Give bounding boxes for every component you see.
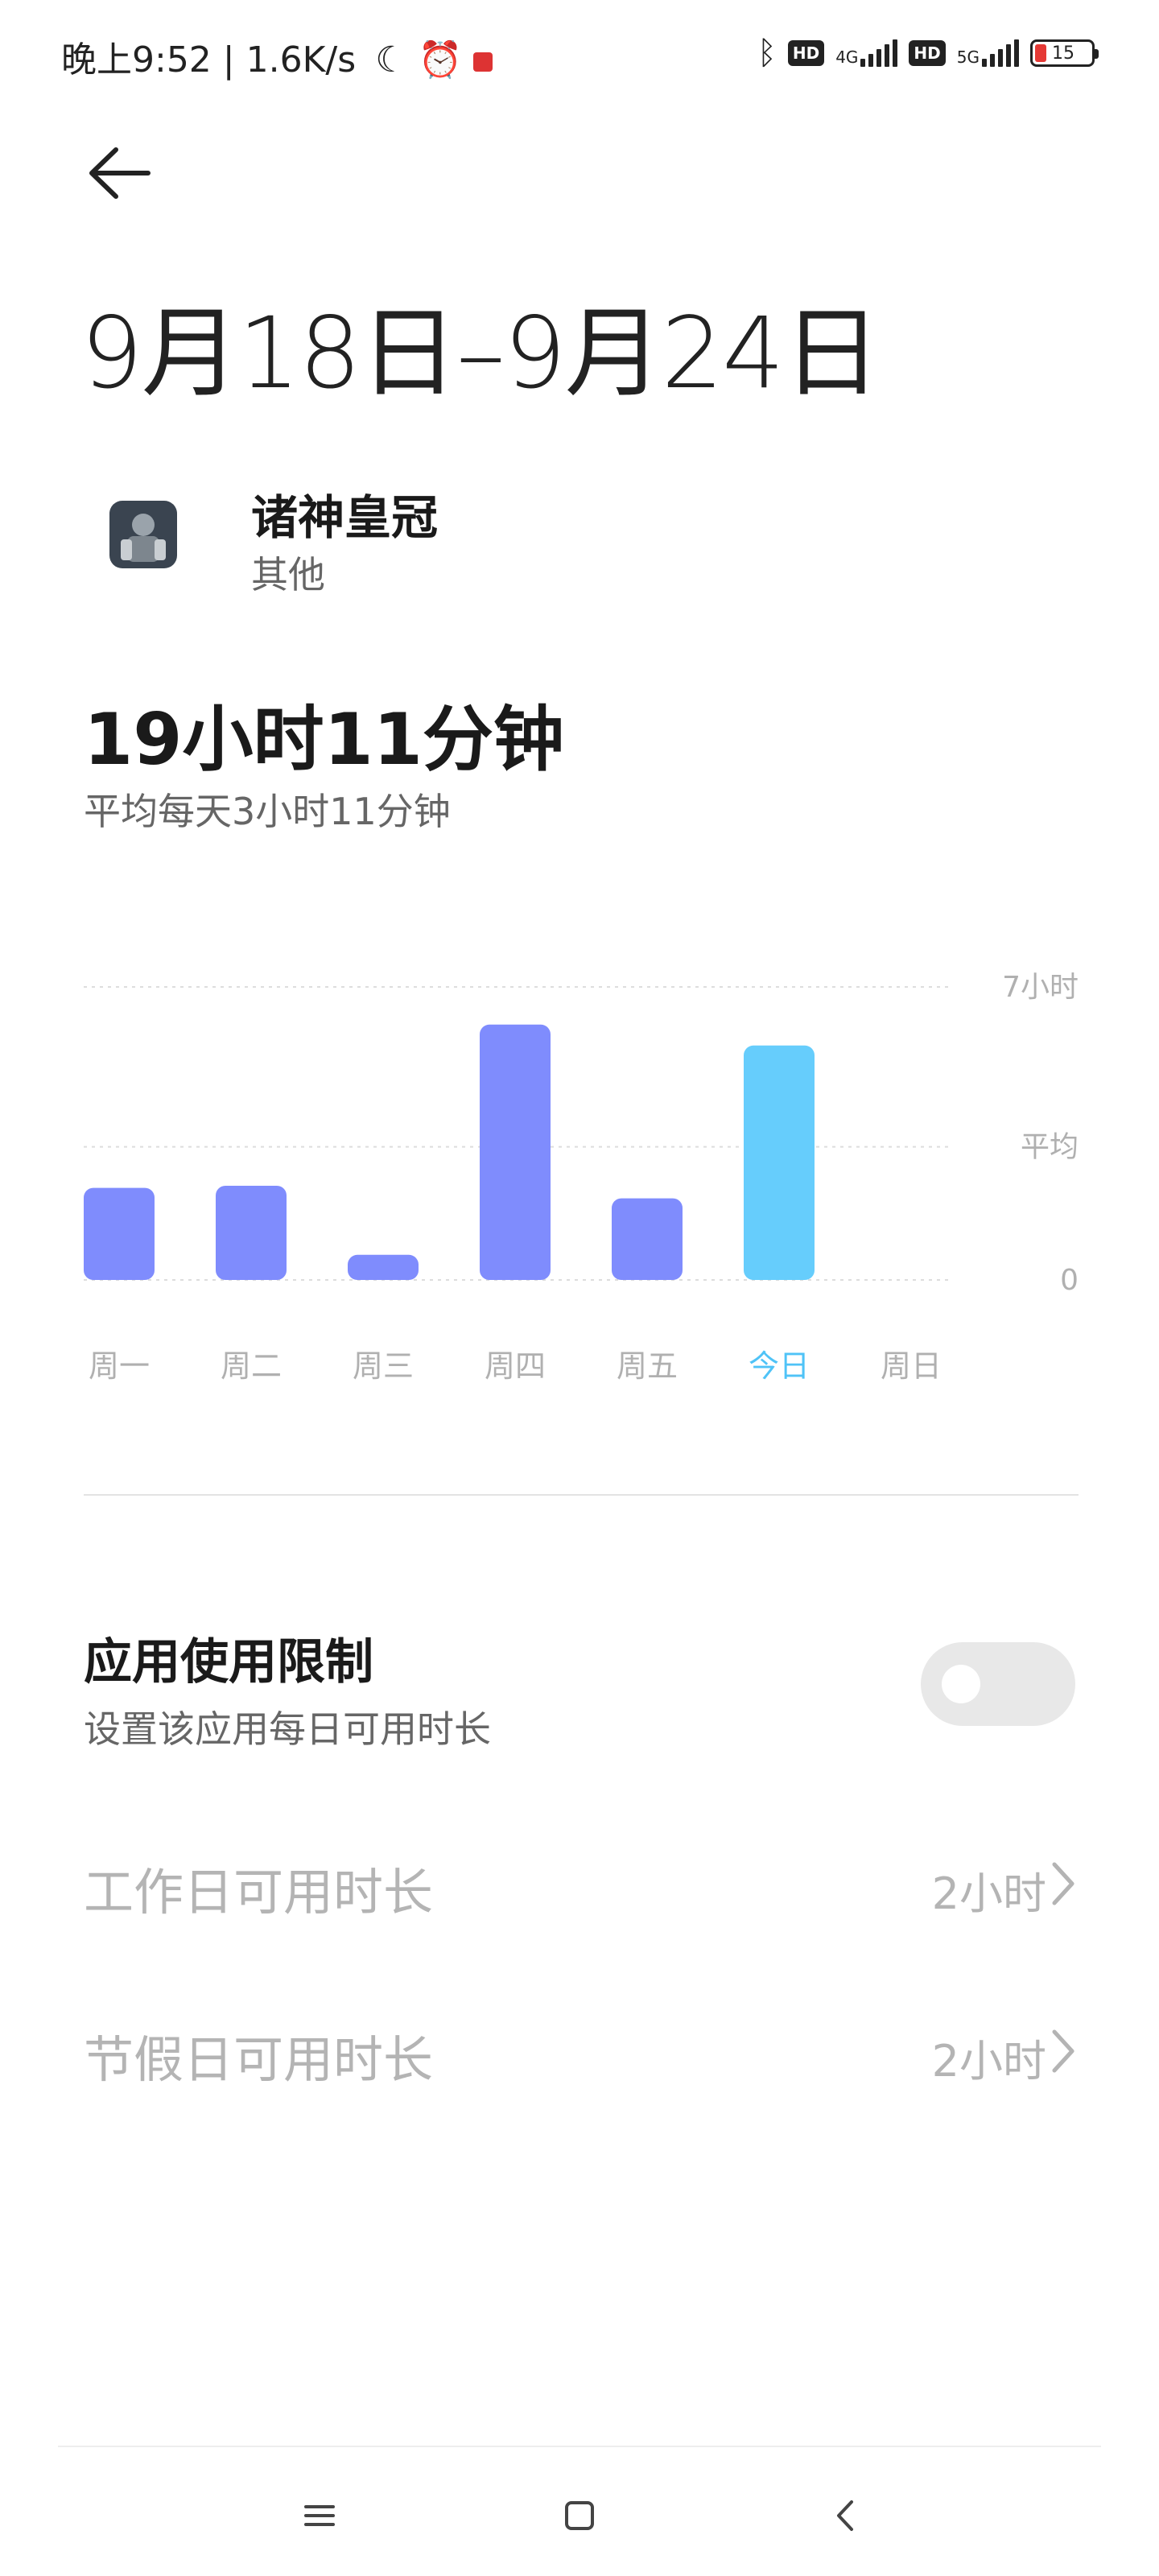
page-title: 9月18日–9月24日 <box>80 296 881 411</box>
limit-title: 应用使用限制 <box>84 1634 373 1690</box>
network-type-label-2: 5G <box>956 47 980 67</box>
bar-6[interactable] <box>744 1045 815 1280</box>
bar-3[interactable] <box>348 1254 419 1280</box>
weekday-limit-label[interactable]: 工作日可用时长 <box>84 1852 433 1924</box>
hd-badge-2: HD <box>909 40 946 66</box>
back-button[interactable] <box>84 137 156 209</box>
alarm-icon: ⏰ <box>418 39 463 80</box>
holiday-limit-label[interactable]: 节假日可用时长 <box>84 2019 433 2091</box>
app-name: 诸神皇冠 <box>251 490 439 545</box>
signal-4g: 4G <box>835 39 898 67</box>
status-icons: ᛒ HD 4G HD 5G 15 <box>757 29 1099 77</box>
y-label-average: 平均 <box>1021 1131 1079 1164</box>
usage-limit-toggle[interactable] <box>921 1642 1075 1726</box>
y-label-zero: 0 <box>1060 1264 1079 1297</box>
battery-icon: 15 <box>1030 39 1099 67</box>
back-nav-icon[interactable] <box>818 2487 874 2544</box>
hd-badge: HD <box>787 40 825 66</box>
toggle-knob <box>942 1665 980 1703</box>
arrow-left-icon <box>89 147 151 199</box>
notification-icon <box>473 52 493 72</box>
battery-level: 15 <box>1052 43 1074 64</box>
app-category: 其他 <box>251 553 325 597</box>
usage-bar-chart: 7小时 平均 0 周一 周二 周三 周四 周五 今日 周日 <box>84 950 1090 1401</box>
network-type-label: 4G <box>835 47 859 67</box>
chevron-right-icon-2[interactable] <box>1046 2027 1079 2075</box>
x-label-6: 今日 <box>749 1348 810 1384</box>
signal-5g: 5G <box>957 39 1019 67</box>
bar-4[interactable] <box>480 1024 551 1280</box>
x-label-7: 周日 <box>881 1348 942 1384</box>
home-icon[interactable] <box>551 2487 608 2544</box>
average-usage: 平均每天3小时11分钟 <box>84 790 451 833</box>
limit-description: 设置该应用每日可用时长 <box>84 1707 491 1751</box>
bluetooth-icon: ᛒ <box>757 35 777 72</box>
bar-5[interactable] <box>612 1198 683 1280</box>
x-label-3: 周三 <box>353 1348 414 1384</box>
status-time-text: 晚上9:52 | 1.6K/s <box>61 39 357 80</box>
weekday-limit-value[interactable]: 2小时 <box>932 1858 1046 1922</box>
bar-2[interactable] <box>216 1186 287 1280</box>
x-label-2: 周二 <box>221 1348 282 1384</box>
bar-1[interactable] <box>84 1187 155 1280</box>
x-label-1: 周一 <box>89 1348 150 1384</box>
nav-divider <box>58 2446 1101 2447</box>
status-time: 晚上9:52 | 1.6K/s ☾ ⏰ <box>61 31 493 82</box>
chevron-right-icon[interactable] <box>1046 1860 1079 1908</box>
holiday-limit-value[interactable]: 2小时 <box>932 2025 1046 2089</box>
moon-icon: ☾ <box>375 39 407 80</box>
x-label-5: 周五 <box>617 1348 678 1384</box>
x-label-4: 周四 <box>485 1348 546 1384</box>
section-divider <box>84 1494 1079 1496</box>
app-icon <box>109 501 177 568</box>
menu-icon[interactable] <box>291 2487 348 2544</box>
y-label-max: 7小时 <box>1002 971 1079 1004</box>
total-usage-time: 19小时11分钟 <box>84 698 564 781</box>
